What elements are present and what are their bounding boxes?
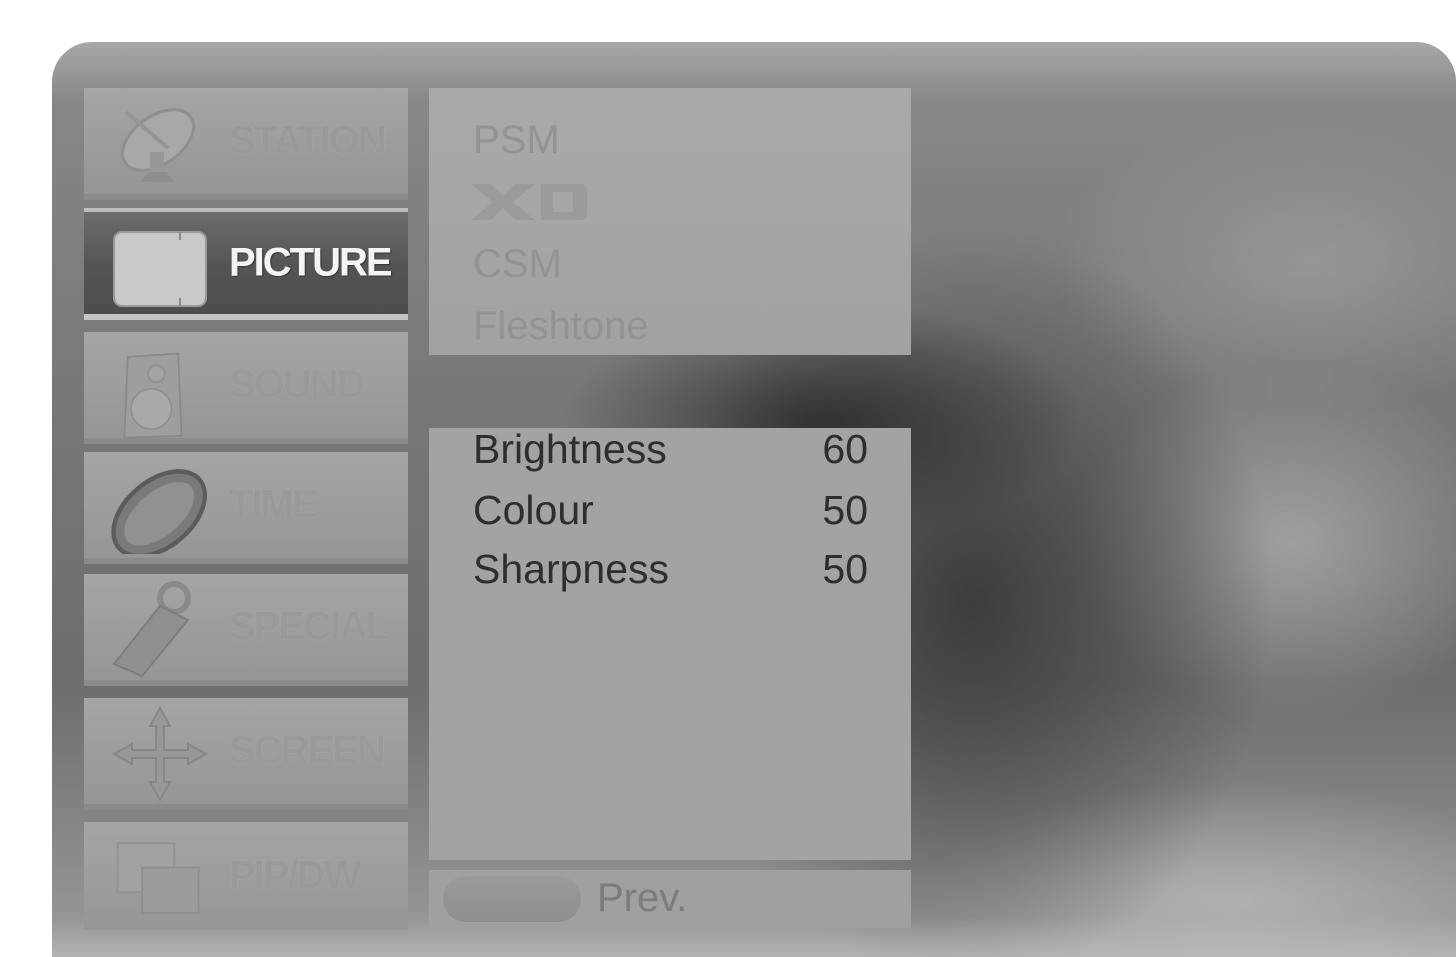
option-xd-text: XD xyxy=(469,180,471,181)
menu-item-picture[interactable]: PICTURE xyxy=(84,208,408,320)
menu-label-screen: SCREEN xyxy=(229,728,386,773)
setting-label: Colour xyxy=(473,487,594,533)
pip-icon xyxy=(116,842,200,914)
clock-icon xyxy=(111,469,208,554)
setting-value: 60 xyxy=(822,426,868,472)
prev-label: Prev. xyxy=(597,876,688,920)
menu-label-station: STATION xyxy=(229,118,387,163)
setting-row-colour[interactable]: Colour 50 xyxy=(473,487,868,537)
setting-row-brightness[interactable]: Brightness 60 xyxy=(473,426,868,476)
option-fleshtone[interactable]: Fleshtone xyxy=(473,304,649,349)
setting-value: 50 xyxy=(822,546,868,592)
prev-button[interactable] xyxy=(443,876,581,922)
menu-label-sound: SOUND xyxy=(229,362,365,407)
tv-osd-menu: STATION PICTURE SOUND TIME SPECIAL SCREE… xyxy=(52,42,1456,957)
satellite-dish-icon xyxy=(120,108,196,182)
setting-row-sharpness[interactable]: Sharpness 50 xyxy=(473,546,868,596)
menu-item-screen[interactable]: SCREEN xyxy=(84,698,408,810)
setting-value: 50 xyxy=(822,487,868,533)
picture-icon xyxy=(113,231,207,307)
menu-item-time[interactable]: TIME xyxy=(84,452,408,564)
menu-item-sound[interactable]: SOUND xyxy=(84,332,408,444)
setting-label: Sharpness xyxy=(473,546,670,592)
tag-icon xyxy=(112,581,191,678)
xd-logo[interactable]: XD xyxy=(469,180,589,224)
option-psm[interactable]: PSM xyxy=(473,118,560,163)
menu-item-special[interactable]: SPECIAL xyxy=(84,574,408,686)
picture-settings-panel: Brightness 60 Colour 50 Sharpness 50 xyxy=(429,426,911,860)
menu-label-time: TIME xyxy=(229,482,319,527)
menu-item-station[interactable]: STATION xyxy=(84,88,408,200)
menu-label-special: SPECIAL xyxy=(229,604,390,649)
picture-options-panel: PSM XD CSM Fleshtone xyxy=(429,88,911,355)
setting-label: Brightness xyxy=(473,426,667,472)
menu-label-pip-dw: PIP/DW xyxy=(229,853,361,898)
speaker-icon xyxy=(123,352,183,438)
move-arrows-icon xyxy=(111,705,209,803)
menu-item-pip[interactable]: PIP/DW xyxy=(84,822,408,930)
option-csm[interactable]: CSM xyxy=(473,242,562,287)
menu-label-picture: PICTURE xyxy=(229,240,393,285)
menu-footer: Prev. xyxy=(429,870,911,928)
